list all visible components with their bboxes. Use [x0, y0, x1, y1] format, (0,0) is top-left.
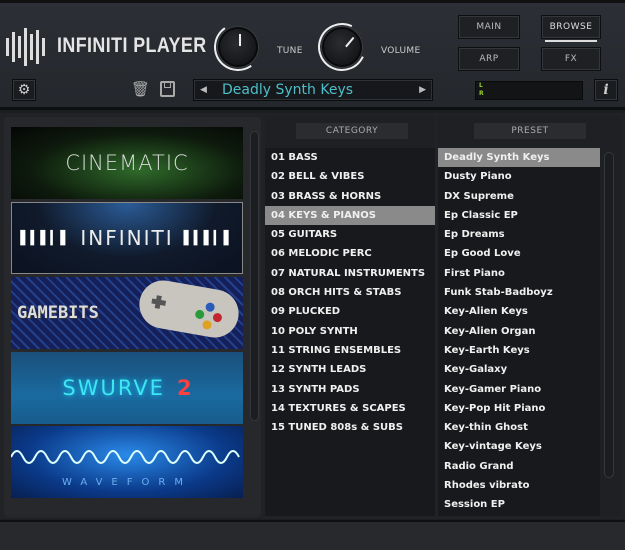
category-item[interactable]: 08 ORCH HITS & STABS [265, 283, 435, 302]
info-button[interactable]: i [594, 79, 618, 101]
trash-icon[interactable]: 🗑 [131, 80, 150, 98]
infiniti-bars-icon: ▌▍▌▎▌ [183, 230, 234, 246]
library-name: WAVEFORM [62, 476, 192, 488]
tab-arp[interactable]: ARP [458, 47, 520, 71]
volume-knob[interactable] [311, 16, 373, 78]
preset-item[interactable]: Funk Stab-Badboyz [438, 283, 600, 302]
volume-label: VOLUME [381, 46, 421, 56]
category-item[interactable]: 03 BRASS & HORNS [265, 187, 435, 206]
library-gamebits[interactable]: GAMEBITS [11, 277, 243, 349]
preset-item[interactable]: DX Supreme [438, 187, 600, 206]
preset-item[interactable]: First Piano [438, 264, 600, 283]
category-item[interactable]: 12 SYNTH LEADS [265, 360, 435, 379]
preset-item[interactable]: Key-Alien Organ [438, 322, 600, 341]
category-header: CATEGORY [296, 123, 408, 139]
preset-item[interactable]: Key-Gamer Piano [438, 380, 600, 399]
tab-browse[interactable]: BROWSE [541, 15, 601, 42]
next-preset-arrow-icon[interactable]: ▶ [419, 85, 426, 95]
category-item[interactable]: 14 TEXTURES & SCAPES [265, 399, 435, 418]
preset-name: Deadly Synth Keys [222, 82, 354, 98]
preset-selector[interactable]: ◀ Deadly Synth Keys ▶ [193, 79, 433, 101]
preset-item[interactable]: Radio Grand [438, 457, 600, 476]
preset-item[interactable]: Rhodes vibrato [438, 476, 600, 495]
category-list: 01 BASS 02 BELL & VIBES 03 BRASS & HORNS 04… [265, 148, 435, 516]
library-infiniti[interactable]: ▌▍▌▎▌ INFINITI ▌▍▌▎▌ [11, 202, 243, 274]
library-name: SWURVE [62, 376, 165, 400]
library-name: CINEMATIC [65, 151, 189, 175]
logo-icon [6, 27, 46, 67]
settings-gear-icon[interactable]: ⚙ [12, 79, 36, 101]
category-item[interactable]: 06 MELODIC PERC [265, 244, 435, 263]
app-title: INFINITI PLAYER [57, 34, 207, 57]
category-item[interactable]: 07 NATURAL INSTRUMENTS [265, 264, 435, 283]
preset-item[interactable]: Ep Dreams [438, 225, 600, 244]
meter-right-label: R [479, 90, 484, 97]
library-cinematic[interactable]: CINEMATIC [11, 127, 243, 199]
preset-item[interactable]: Ep Classic EP [438, 206, 600, 225]
category-item[interactable]: 11 STRING ENSEMBLES [265, 341, 435, 360]
preset-item[interactable]: Key-Pop Hit Piano [438, 399, 600, 418]
tab-fx[interactable]: FX [541, 47, 601, 71]
library-name-suffix: 2 [176, 376, 192, 400]
category-item[interactable]: 09 PLUCKED [265, 302, 435, 321]
tab-main[interactable]: MAIN [458, 15, 520, 39]
library-name: INFINITI [80, 226, 174, 250]
footer-bar [0, 520, 625, 550]
preset-item[interactable]: Key-vintage Keys [438, 437, 600, 456]
preset-item[interactable]: Dusty Piano [438, 167, 600, 186]
preset-item[interactable]: Key-Alien Keys [438, 302, 600, 321]
preset-item[interactable]: Key-Earth Keys [438, 341, 600, 360]
category-item[interactable]: 04 KEYS & PIANOS [265, 205, 435, 226]
prev-preset-arrow-icon[interactable]: ◀ [200, 85, 207, 95]
category-item[interactable]: 15 TUNED 808s & SUBS [265, 418, 435, 437]
tune-knob[interactable] [210, 19, 266, 75]
category-item[interactable]: 02 BELL & VIBES [265, 167, 435, 186]
preset-item[interactable]: Key-thin Ghost [438, 418, 600, 437]
library-scrollbar[interactable] [250, 131, 259, 421]
gamepad-icon [135, 277, 243, 342]
category-item[interactable]: 01 BASS [265, 148, 435, 167]
preset-header: PRESET [474, 123, 586, 139]
save-icon[interactable] [160, 81, 175, 97]
tune-label: TUNE [277, 46, 303, 56]
library-name: GAMEBITS [17, 303, 99, 323]
preset-scrollbar[interactable] [604, 152, 614, 478]
library-waveform[interactable]: WAVEFORM [11, 426, 243, 498]
preset-list: Deadly Synth Keys Dusty Piano DX Supreme Ep… [438, 148, 600, 516]
category-item[interactable]: 13 SYNTH PADS [265, 380, 435, 399]
waveform-icon [11, 449, 240, 464]
preset-item[interactable]: Ep Good Love [438, 244, 600, 263]
meter-left-label: L [479, 82, 483, 89]
infiniti-bars-icon: ▌▍▌▎▌ [20, 230, 71, 246]
category-item[interactable]: 10 POLY SYNTH [265, 322, 435, 341]
category-item[interactable]: 05 GUITARS [265, 225, 435, 244]
preset-item[interactable]: Deadly Synth Keys [438, 148, 600, 168]
level-meter: L R [475, 81, 583, 100]
library-swurve-2[interactable]: SWURVE 2 [11, 352, 243, 424]
preset-item[interactable]: Session EP [438, 495, 600, 514]
preset-item[interactable]: Key-Galaxy [438, 360, 600, 379]
